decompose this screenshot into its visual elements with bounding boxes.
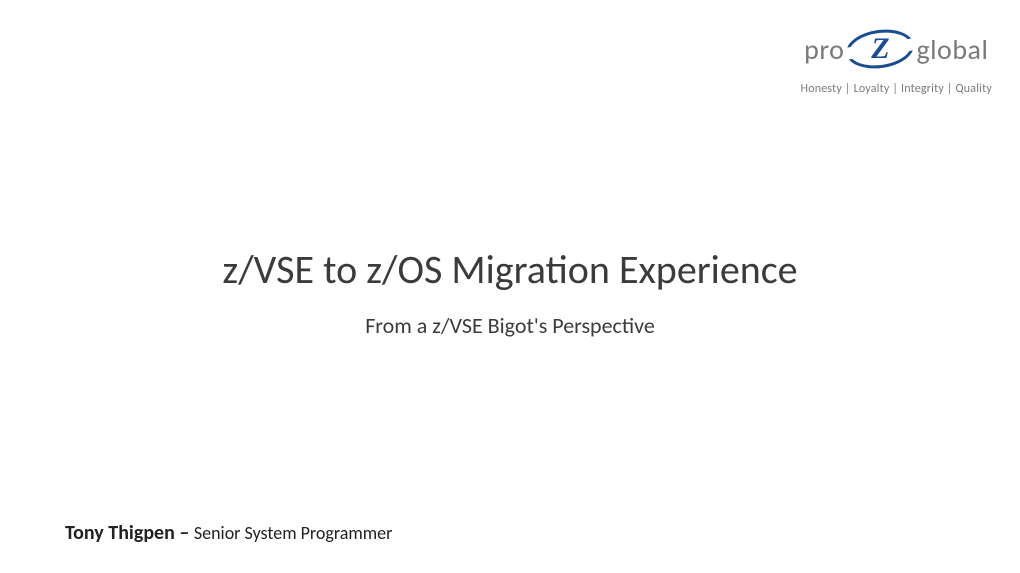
author-separator: – [175,521,194,545]
logo-main: pro Z global [801,28,992,70]
logo-tagline: Honesty | Loyalty | Integrity | Quality [801,82,992,96]
logo-pro-text: pro [804,32,844,67]
author-role: Senior System Programmer [194,522,393,544]
logo-global-text: global [916,32,988,67]
logo-z-letter: Z [871,32,889,66]
page-subtitle: From a z/VSE Bigot's Perspective [0,312,1020,339]
page-title: z/VSE to z/OS Migration Experience [0,245,1020,294]
title-block: z/VSE to z/OS Migration Experience From … [0,245,1020,339]
author-block: Tony Thigpen – Senior System Programmer [65,521,392,545]
logo-area: pro Z global Honesty | Loyalty | Integri… [801,28,992,96]
logo-z-icon: Z [846,28,914,70]
author-name: Tony Thigpen [65,521,175,545]
